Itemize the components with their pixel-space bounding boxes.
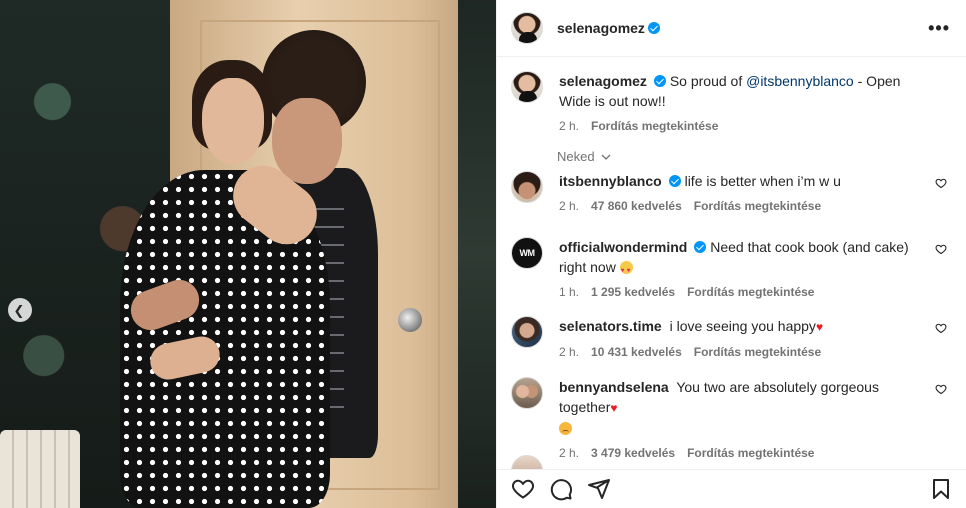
commenter-username[interactable]: bennyandselena bbox=[559, 379, 669, 395]
caption-mention-link[interactable]: @itsbennyblanco bbox=[746, 73, 854, 89]
caption-avatar[interactable] bbox=[511, 71, 543, 103]
comment-likes[interactable]: 1 295 kedvelés bbox=[591, 285, 675, 299]
comment-body: bennyandselena You two are absolutely go… bbox=[559, 377, 929, 460]
comment-time[interactable]: 2 h. bbox=[559, 199, 579, 213]
pleading-face-emoji-icon bbox=[559, 422, 572, 435]
for-you-label: Neked bbox=[557, 149, 595, 164]
comment-likes[interactable]: 10 431 kedvelés bbox=[591, 345, 682, 359]
comment-like-heart-icon[interactable] bbox=[935, 383, 947, 395]
man-face bbox=[272, 98, 342, 184]
comment-item: WM officialwondermind Need that cook boo… bbox=[511, 237, 951, 299]
post-side-panel: selenagomez ••• selenagomez So proud of … bbox=[496, 0, 966, 508]
caption-time[interactable]: 2 h. bbox=[559, 119, 579, 133]
verified-badge-icon bbox=[647, 22, 660, 34]
commenter-username[interactable]: officialwondermind bbox=[559, 239, 687, 255]
post-header: selenagomez ••• bbox=[497, 0, 966, 57]
comment-like-heart-icon[interactable] bbox=[935, 177, 947, 189]
comment-item: itsbennyblanco life is better when i’m w… bbox=[511, 171, 951, 213]
wallpaper-background-right bbox=[458, 0, 496, 508]
comments-list[interactable]: selenagomez So proud of @itsbennyblanco … bbox=[497, 57, 966, 469]
paper-plane-icon[interactable] bbox=[587, 477, 611, 501]
comment-item: bennyandselena You two are absolutely go… bbox=[511, 377, 951, 460]
heart-eyes-emoji-icon bbox=[619, 261, 633, 281]
commenter-username[interactable]: itsbennyblanco bbox=[559, 173, 662, 189]
bookmark-icon[interactable] bbox=[929, 477, 953, 501]
door-knob bbox=[398, 308, 422, 332]
avatar-logo-text: WM bbox=[519, 248, 536, 258]
verified-badge-icon bbox=[668, 175, 681, 187]
comment-meta: 1 h. 1 295 kedvelés Fordítás megtekintés… bbox=[559, 285, 929, 299]
commenter-avatar[interactable] bbox=[511, 455, 543, 469]
comment-time[interactable]: 2 h. bbox=[559, 345, 579, 359]
comment-body: itsbennyblanco life is better when i’m w… bbox=[559, 171, 929, 213]
red-heart-emoji-icon: ♥ bbox=[610, 401, 618, 415]
comment-translate-link[interactable]: Fordítás megtekintése bbox=[694, 199, 821, 213]
comment-translate-link[interactable]: Fordítás megtekintése bbox=[687, 285, 814, 299]
radiator bbox=[0, 430, 80, 508]
heart-outline-icon[interactable] bbox=[511, 477, 535, 501]
post-photo[interactable]: ❮ bbox=[0, 0, 496, 508]
caption-body: selenagomez So proud of @itsbennyblanco … bbox=[559, 71, 929, 133]
more-options-button[interactable]: ••• bbox=[928, 19, 950, 37]
comment-meta: 2 h. 47 860 kedvelés Fordítás megtekinté… bbox=[559, 199, 929, 213]
commenter-avatar[interactable] bbox=[511, 171, 543, 203]
commenter-avatar[interactable] bbox=[511, 377, 543, 409]
comment-like-heart-icon[interactable] bbox=[935, 322, 947, 334]
comment-bubble-icon[interactable] bbox=[549, 477, 573, 501]
comment-text: bennyandselena You two are absolutely go… bbox=[559, 377, 929, 438]
post-caption: selenagomez So proud of @itsbennyblanco … bbox=[511, 71, 951, 133]
commenter-avatar[interactable]: WM bbox=[511, 237, 543, 269]
comment-content: life is better when i’m w u bbox=[684, 173, 841, 189]
comment-text: itsbennyblanco life is better when i’m w… bbox=[559, 171, 929, 191]
caption-meta: 2 h. Fordítás megtekintése bbox=[559, 119, 929, 133]
comment-likes[interactable]: 47 860 kedvelés bbox=[591, 199, 682, 213]
comment-text: selenators.time i love seeing you happy♥ bbox=[559, 316, 929, 337]
chevron-down-icon bbox=[601, 154, 611, 160]
comment-text: officialwondermind Need that cook book (… bbox=[559, 237, 929, 281]
author-avatar[interactable] bbox=[511, 12, 543, 44]
comment-content: i love seeing you happy bbox=[669, 318, 816, 334]
chevron-left-icon: ❮ bbox=[13, 302, 25, 318]
post-action-bar bbox=[497, 469, 966, 508]
carousel-prev-button[interactable]: ❮ bbox=[8, 298, 32, 322]
caption-translate-link[interactable]: Fordítás megtekintése bbox=[591, 119, 718, 133]
author-username[interactable]: selenagomez bbox=[557, 20, 645, 36]
comment-time[interactable]: 1 h. bbox=[559, 285, 579, 299]
comment-translate-link[interactable]: Fordítás megtekintése bbox=[694, 345, 821, 359]
commenter-username[interactable]: selenators.time bbox=[559, 318, 662, 334]
caption-text-start: So proud of bbox=[669, 73, 747, 89]
caption-text: selenagomez So proud of @itsbennyblanco … bbox=[559, 71, 929, 111]
comment-meta: 2 h. 10 431 kedvelés Fordítás megtekinté… bbox=[559, 345, 929, 359]
verified-badge-icon bbox=[653, 75, 666, 87]
comment-item-partial bbox=[511, 455, 951, 469]
verified-badge-icon bbox=[694, 241, 707, 253]
commenter-avatar[interactable] bbox=[511, 316, 543, 348]
comment-item: selenators.time i love seeing you happy♥… bbox=[511, 316, 951, 359]
red-heart-emoji-icon: ♥ bbox=[815, 320, 824, 334]
comment-body: officialwondermind Need that cook book (… bbox=[559, 237, 929, 299]
woman-face bbox=[202, 78, 264, 164]
comment-body: selenators.time i love seeing you happy♥… bbox=[559, 316, 929, 359]
for-you-toggle[interactable]: Neked bbox=[557, 149, 611, 164]
caption-username[interactable]: selenagomez bbox=[559, 73, 647, 89]
comment-like-heart-icon[interactable] bbox=[935, 243, 947, 255]
